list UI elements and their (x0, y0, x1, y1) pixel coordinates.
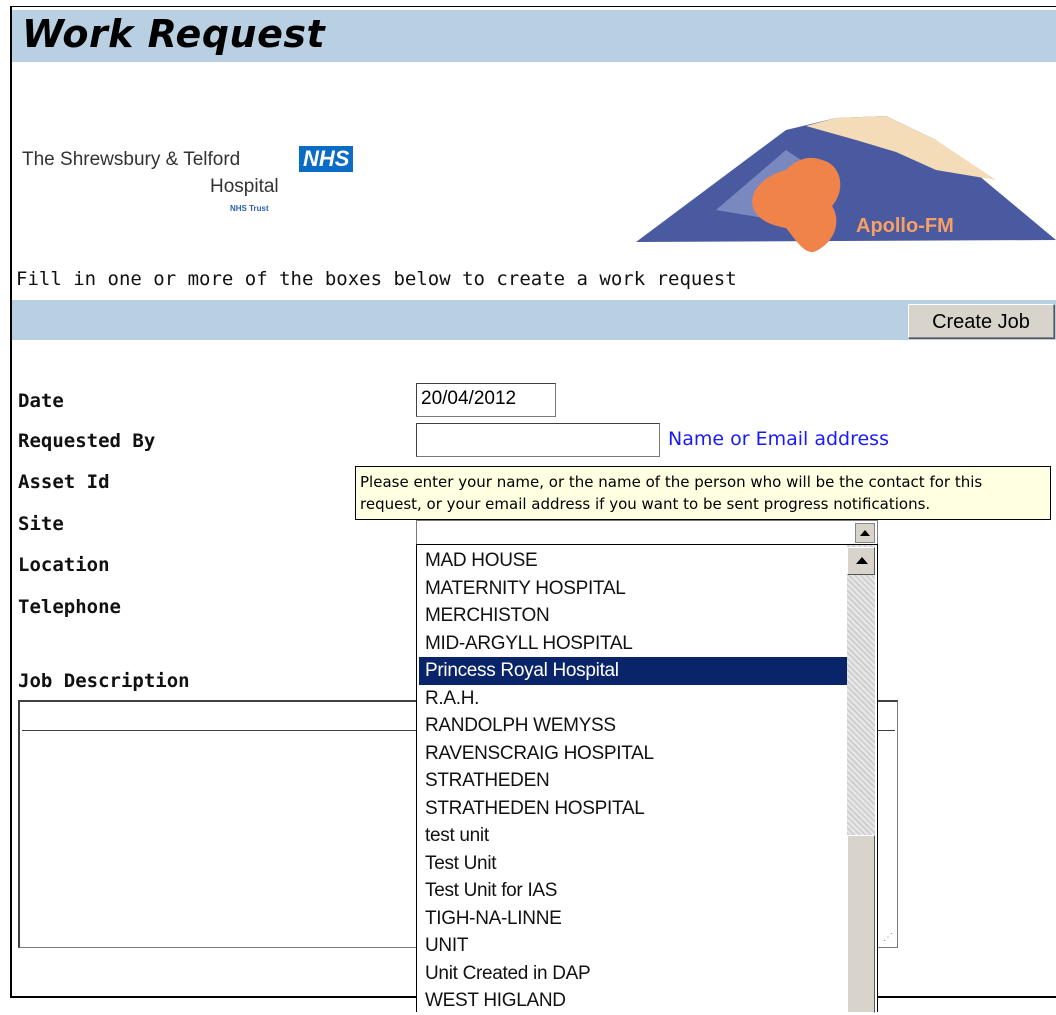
resize-grip-icon[interactable]: ⋰ (883, 932, 893, 943)
arrow-up-icon (856, 557, 868, 564)
site-dropdown-button[interactable] (855, 523, 875, 543)
intro-text: Fill in one or more of the boxes below t… (16, 268, 737, 290)
title-bar: Work Request (12, 10, 1056, 62)
site-select[interactable] (416, 520, 878, 544)
apollo-fm-logo: Apollo-FM (636, 116, 1056, 252)
site-label: Site (18, 513, 64, 535)
requested-by-label: Requested By (18, 430, 156, 452)
site-option[interactable]: WEST HIGLAND (419, 987, 849, 1015)
site-option[interactable]: RANDOLPH WEMYSS (419, 712, 849, 740)
page-title: Work Request (22, 12, 326, 56)
requested-by-hint: Name or Email address (668, 428, 889, 450)
requested-by-tooltip: Please enter your name, or the name of t… (355, 466, 1051, 520)
requested-by-field[interactable] (416, 423, 660, 457)
toolbar (12, 300, 1056, 340)
site-option[interactable]: Princess Royal Hospital (419, 657, 849, 685)
site-option[interactable]: Test Unit for IAS (419, 877, 849, 905)
site-option[interactable]: MATERNITY HOSPITAL (419, 575, 849, 603)
org-trust: NHS Trust (230, 204, 269, 213)
site-option[interactable]: UNIT (419, 932, 849, 960)
create-job-button[interactable]: Create Job (908, 304, 1054, 338)
logo-text: Apollo-FM (856, 215, 954, 237)
scroll-thumb[interactable] (847, 835, 875, 1013)
nhs-logo: NHS (299, 146, 354, 172)
site-option[interactable]: Test Unit (419, 850, 849, 878)
dropdown-scrollbar[interactable] (847, 545, 875, 1013)
date-field[interactable]: 20/04/2012 (416, 383, 556, 417)
telephone-label: Telephone (18, 596, 121, 618)
site-option[interactable]: TIGH-NA-LINNE (419, 905, 849, 933)
site-option[interactable]: RAVENSCRAIG HOSPITAL (419, 740, 849, 768)
site-dropdown-list[interactable]: MAD HOUSE MATERNITY HOSPITAL MERCHISTON MID… (416, 544, 878, 1015)
site-option[interactable]: STRATHEDEN HOSPITAL (419, 795, 849, 823)
job-description-label: Job Description (18, 670, 190, 692)
chevron-up-icon (860, 530, 870, 536)
site-option[interactable]: STRATHEDEN (419, 767, 849, 795)
site-options: MAD HOUSE MATERNITY HOSPITAL MERCHISTON MID… (419, 547, 849, 1015)
scroll-up-button[interactable] (847, 547, 875, 575)
site-option[interactable]: Unit Created in DAP (419, 960, 849, 988)
site-option[interactable]: MERCHISTON (419, 602, 849, 630)
location-label: Location (18, 554, 110, 576)
site-option[interactable]: MAD HOUSE (419, 547, 849, 575)
asset-id-label: Asset Id (18, 471, 110, 493)
date-label: Date (18, 390, 64, 412)
site-option[interactable]: test unit (419, 822, 849, 850)
org-hospital: Hospital (210, 176, 279, 197)
site-option[interactable]: MID-ARGYLL HOSPITAL (419, 630, 849, 658)
org-name: The Shrewsbury & Telford (22, 149, 241, 170)
site-option[interactable]: R.A.H. (419, 685, 849, 713)
